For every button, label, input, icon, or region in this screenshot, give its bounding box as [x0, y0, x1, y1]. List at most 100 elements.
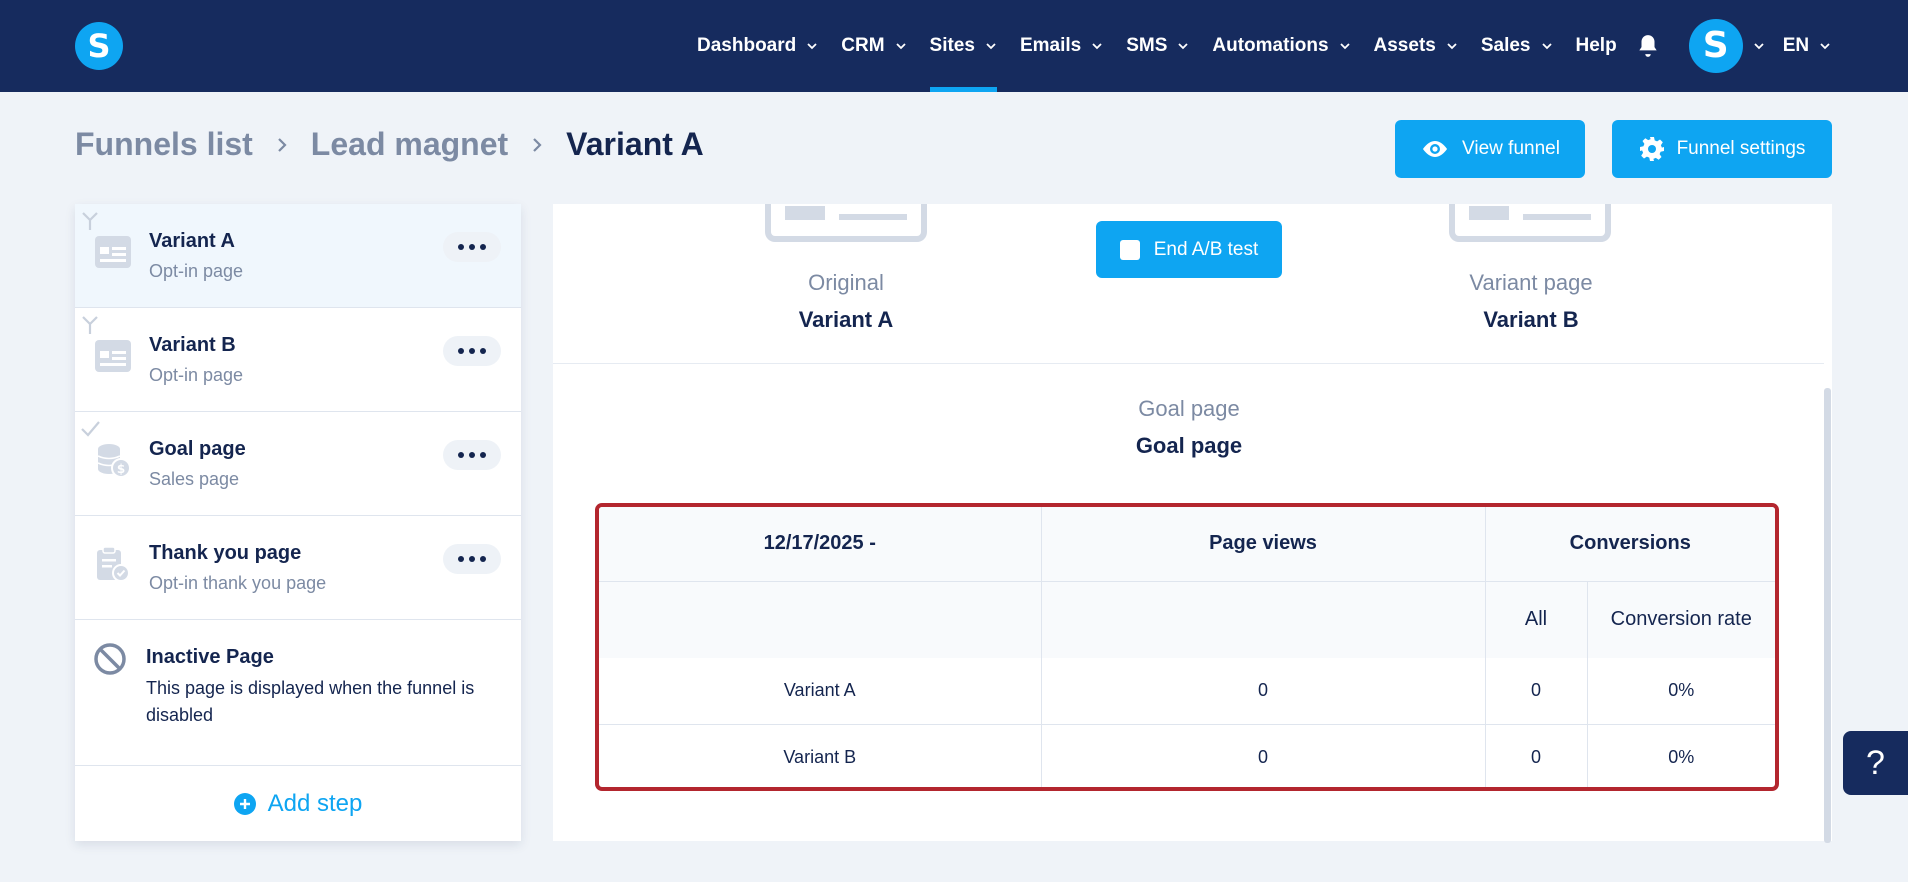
scrollbar[interactable] — [1824, 204, 1832, 843]
nav-item-automations[interactable]: Automations — [1212, 0, 1350, 92]
nav-label: Dashboard — [697, 35, 797, 56]
funnel-steps-sidebar: Variant A Opt-in page Variant B Opt-in p… — [75, 204, 521, 841]
app-logo[interactable]: S — [75, 22, 123, 70]
chevron-down-icon — [1178, 43, 1189, 50]
nav-label: Emails — [1019, 35, 1082, 56]
nav-item-sales[interactable]: Sales — [1481, 0, 1553, 92]
step-more-button[interactable] — [443, 336, 501, 366]
original-page-thumbnail — [765, 204, 927, 242]
split-icon — [82, 212, 98, 230]
nav-item-assets[interactable]: Assets — [1374, 0, 1458, 92]
coins-icon: $ — [97, 444, 131, 478]
date-range-header: 12/17/2025 - — [599, 507, 1042, 582]
chevron-down-icon — [1447, 43, 1457, 50]
chevron-right-icon — [533, 137, 542, 152]
nav-label: Automations — [1212, 35, 1329, 56]
chevron-down-icon — [895, 43, 906, 50]
nav-item-crm[interactable]: CRM — [841, 0, 906, 92]
chevron-down-icon — [1339, 43, 1350, 50]
step-subtitle: Opt-in thank you page — [149, 573, 327, 593]
add-step-button[interactable]: Add step — [75, 766, 521, 841]
conversions-all-cell: 0 — [1485, 658, 1588, 725]
eye-icon — [1423, 141, 1448, 157]
original-name: Variant A — [798, 307, 894, 332]
step-thank-you-page[interactable]: Thank you page Opt-in thank you page — [75, 516, 521, 620]
step-title: Thank you page — [149, 542, 302, 564]
variant-page-thumbnail — [1449, 204, 1611, 242]
nav-help-link[interactable]: Help — [1576, 35, 1617, 57]
conversions-header: Conversions — [1485, 507, 1775, 582]
language-selector[interactable]: EN — [1783, 35, 1831, 57]
chevron-down-icon[interactable] — [1753, 40, 1765, 52]
breadcrumb-lead-magnet[interactable]: Lead magnet — [311, 126, 508, 163]
nav-item-emails[interactable]: Emails — [1020, 0, 1103, 92]
breadcrumb-funnels-list[interactable]: Funnels list — [75, 126, 253, 163]
nav-label: Assets — [1373, 35, 1436, 56]
page-layout-icon — [95, 340, 131, 372]
step-more-button[interactable] — [443, 440, 501, 470]
help-glyph: ? — [1866, 743, 1885, 782]
step-variant-a[interactable]: Variant A Opt-in page — [75, 204, 521, 308]
nav-item-sites[interactable]: Sites — [929, 0, 998, 92]
svg-text:$: $ — [117, 462, 125, 476]
bell-icon[interactable] — [1635, 33, 1661, 59]
avatar-letter: S — [1702, 25, 1729, 66]
step-goal-page[interactable]: $ Goal page Sales page — [75, 412, 521, 516]
step-subtitle: Opt-in page — [149, 365, 244, 385]
step-title: Variant A — [149, 230, 235, 252]
view-funnel-label: View funnel — [1462, 138, 1560, 159]
table-row: Variant B 0 0 0% — [599, 724, 1775, 787]
goal-name: Goal page — [1135, 433, 1243, 458]
chevron-down-icon — [807, 43, 817, 50]
ab-test-panel: Original Variant A Variant page Variant … — [553, 204, 1832, 843]
step-title: Inactive Page — [146, 646, 274, 668]
step-description: This page is displayed when the funnel i… — [146, 678, 475, 725]
conversion-rate-cell: 0% — [1587, 658, 1775, 725]
add-step-label: Add step — [267, 789, 363, 817]
language-label: EN — [1782, 35, 1810, 56]
scrollbar-thumb[interactable] — [1824, 388, 1831, 843]
variant-name-cell: Variant B — [599, 724, 1042, 787]
variant-name: Variant B — [1483, 307, 1579, 332]
all-subheader: All — [1485, 581, 1588, 658]
step-subtitle: Opt-in page — [149, 261, 244, 281]
avatar[interactable]: S — [1688, 19, 1743, 73]
nav-label: SMS — [1126, 35, 1168, 56]
funnel-settings-button[interactable]: Funnel settings — [1612, 120, 1832, 178]
help-button[interactable]: ? — [1843, 731, 1908, 795]
chevron-down-icon — [986, 43, 996, 50]
funnel-settings-label: Funnel settings — [1676, 138, 1806, 159]
breadcrumb: Funnels list Lead magnet Variant A — [75, 126, 704, 163]
conversion-rate-subheader: Conversion rate — [1587, 581, 1775, 658]
variant-label: Variant page — [1469, 270, 1593, 295]
page-layout-icon — [95, 236, 131, 268]
page-views-header: Page views — [1041, 507, 1486, 582]
logo-letter: S — [87, 27, 111, 65]
conversion-rate-cell: 0% — [1668, 746, 1695, 767]
variant-name-cell: Variant A — [599, 658, 1042, 725]
nav-item-dashboard[interactable]: Dashboard — [697, 0, 818, 92]
nav-label: Sales — [1480, 35, 1531, 56]
chevron-down-icon — [1092, 43, 1102, 50]
end-ab-test-label: End A/B test — [1153, 238, 1259, 260]
step-more-button[interactable] — [443, 232, 501, 262]
empty-cell — [599, 581, 1042, 658]
stop-icon — [1119, 239, 1140, 260]
clipboard-check-icon — [97, 546, 130, 582]
nav-item-sms[interactable]: SMS — [1126, 0, 1189, 92]
step-more-button[interactable] — [443, 544, 501, 574]
step-inactive-page[interactable]: Inactive Page This page is displayed whe… — [75, 620, 521, 766]
split-icon — [82, 316, 98, 334]
divider — [553, 363, 1824, 364]
step-variant-b[interactable]: Variant B Opt-in page — [75, 308, 521, 412]
end-ab-test-button[interactable]: End A/B test — [1096, 221, 1282, 278]
step-title: Variant B — [149, 334, 236, 356]
chevron-down-icon — [1541, 43, 1552, 50]
chevron-right-icon — [278, 137, 287, 152]
view-funnel-button[interactable]: View funnel — [1395, 120, 1585, 178]
nav-label: CRM — [841, 35, 885, 56]
chevron-down-icon — [1820, 43, 1830, 50]
goal-label: Goal page — [1138, 396, 1240, 421]
main-nav: Dashboard CRM Sites Emails SMS Automatio… — [697, 0, 1831, 92]
table-row: Variant A 0 0 0% — [599, 658, 1775, 725]
